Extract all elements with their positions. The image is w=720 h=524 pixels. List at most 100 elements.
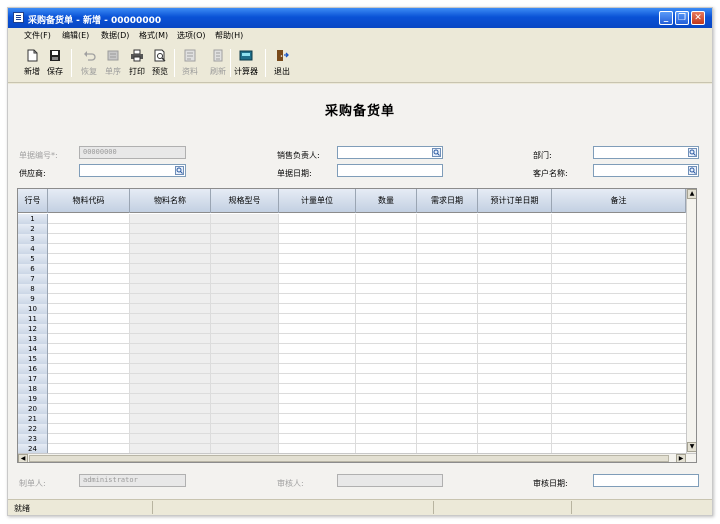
toolbar: 新增 保存 恢复 单序 打印 预览 资料 刷新 计算器 退出	[8, 43, 712, 83]
scroll-right-icon[interactable]: ▶	[676, 454, 686, 462]
status-pane	[152, 501, 153, 514]
close-button[interactable]: ✕	[691, 11, 705, 25]
table-row[interactable]: 6	[18, 264, 686, 274]
review-date-label: 审核日期:	[533, 479, 568, 488]
horizontal-scrollbar[interactable]: ◀ ▶	[18, 453, 696, 462]
row-number: 23	[18, 434, 48, 444]
status-pane	[433, 501, 434, 514]
row-number: 17	[18, 374, 48, 384]
menu-data[interactable]: 数据(D)	[101, 30, 129, 41]
reviewer-label: 审核人:	[277, 479, 304, 488]
grid-header: 行号 物料代码 物料名称 规格型号 计量单位 数量 需求日期 预计订单日期 备注	[18, 189, 696, 213]
menu-bar: 文件(F) 编辑(E) 数据(D) 格式(M) 选项(O) 帮助(H)	[8, 28, 712, 43]
table-row[interactable]: 9	[18, 294, 686, 304]
sales-person-field[interactable]	[337, 146, 443, 159]
menu-format[interactable]: 格式(M)	[139, 30, 168, 41]
row-number: 9	[18, 294, 48, 304]
calculator-icon	[239, 50, 253, 61]
lookup-icon[interactable]	[688, 166, 697, 175]
form-body: 采购备货单 单据编号*: 00000000 销售负责人: 部门: 供应商: 单据…	[8, 84, 712, 506]
supplier-field[interactable]	[79, 164, 186, 177]
scroll-up-icon[interactable]: ▲	[687, 189, 696, 199]
table-row[interactable]: 15	[18, 354, 686, 364]
row-number: 15	[18, 354, 48, 364]
supplier-label: 供应商:	[19, 169, 46, 178]
calculator-button[interactable]: 计算器	[230, 46, 262, 80]
data-icon	[184, 49, 196, 62]
exit-label: 退出	[274, 67, 290, 76]
lookup-icon[interactable]	[175, 166, 184, 175]
toolbar-separator	[174, 49, 175, 77]
save-button[interactable]: 保存	[41, 46, 69, 80]
column-header[interactable]: 数量	[356, 189, 417, 213]
column-header[interactable]: 计量单位	[279, 189, 356, 213]
table-row[interactable]: 5	[18, 254, 686, 264]
table-row[interactable]: 8	[18, 284, 686, 294]
lookup-icon[interactable]	[432, 148, 441, 157]
print-preview-icon	[154, 49, 166, 62]
table-row[interactable]: 13	[18, 334, 686, 344]
reviewer-field	[337, 474, 443, 487]
app-icon	[13, 12, 24, 23]
minimize-button[interactable]: _	[659, 11, 673, 25]
row-number: 5	[18, 254, 48, 264]
row-number: 11	[18, 314, 48, 324]
table-row[interactable]: 19	[18, 394, 686, 404]
column-header[interactable]: 需求日期	[417, 189, 478, 213]
menu-options[interactable]: 选项(O)	[177, 30, 206, 41]
column-header[interactable]: 行号	[18, 189, 48, 213]
table-row[interactable]: 18	[18, 384, 686, 394]
column-header[interactable]: 物料名称	[130, 189, 211, 213]
vertical-scrollbar[interactable]: ▲ ▼	[686, 189, 696, 453]
data-button[interactable]: 资料	[176, 46, 204, 80]
scroll-left-icon[interactable]: ◀	[18, 454, 28, 462]
horizontal-scroll-thumb[interactable]	[29, 455, 669, 462]
exit-button[interactable]: 退出	[268, 46, 296, 80]
table-row[interactable]: 12	[18, 324, 686, 334]
column-header[interactable]: 规格型号	[211, 189, 279, 213]
table-row[interactable]: 21	[18, 414, 686, 424]
column-header[interactable]: 备注	[552, 189, 686, 213]
scroll-down-icon[interactable]: ▼	[687, 442, 696, 452]
preview-button[interactable]: 预览	[146, 46, 174, 80]
table-row[interactable]: 4	[18, 244, 686, 254]
table-row[interactable]: 17	[18, 374, 686, 384]
row-number: 16	[18, 364, 48, 374]
table-row[interactable]: 7	[18, 274, 686, 284]
restore-button[interactable]: ❐	[675, 11, 689, 25]
table-row[interactable]: 10	[18, 304, 686, 314]
review-date-field[interactable]	[593, 474, 699, 487]
lookup-icon[interactable]	[688, 148, 697, 157]
column-header[interactable]: 物料代码	[48, 189, 130, 213]
status-bar: 就绪	[8, 499, 712, 515]
row-number: 2	[18, 224, 48, 234]
table-row[interactable]: 14	[18, 344, 686, 354]
table-row[interactable]: 2	[18, 224, 686, 234]
table-row[interactable]: 11	[18, 314, 686, 324]
column-header[interactable]: 预计订单日期	[478, 189, 552, 213]
menu-help[interactable]: 帮助(H)	[215, 30, 243, 41]
doc-date-field[interactable]	[337, 164, 443, 177]
table-row[interactable]: 1	[18, 214, 686, 224]
menu-edit[interactable]: 编辑(E)	[62, 30, 89, 41]
table-row[interactable]: 22	[18, 424, 686, 434]
creator-field: administrator	[79, 474, 186, 487]
row-number: 19	[18, 394, 48, 404]
department-field[interactable]	[593, 146, 699, 159]
customer-label: 客户名称:	[533, 169, 568, 178]
table-row[interactable]: 23	[18, 434, 686, 444]
document-title: 采购备货单	[324, 104, 395, 119]
customer-field[interactable]	[593, 164, 699, 177]
table-row[interactable]: 20	[18, 404, 686, 414]
undo-icon	[84, 51, 96, 61]
status-pane	[571, 501, 572, 514]
save-label: 保存	[47, 67, 63, 76]
table-row[interactable]: 16	[18, 364, 686, 374]
row-number: 14	[18, 344, 48, 354]
table-row[interactable]: 3	[18, 234, 686, 244]
status-text: 就绪	[14, 504, 30, 513]
refresh-button[interactable]: 刷新	[204, 46, 232, 80]
refresh-label: 刷新	[210, 67, 226, 76]
save-disk-icon	[50, 50, 60, 61]
menu-file[interactable]: 文件(F)	[24, 30, 51, 41]
